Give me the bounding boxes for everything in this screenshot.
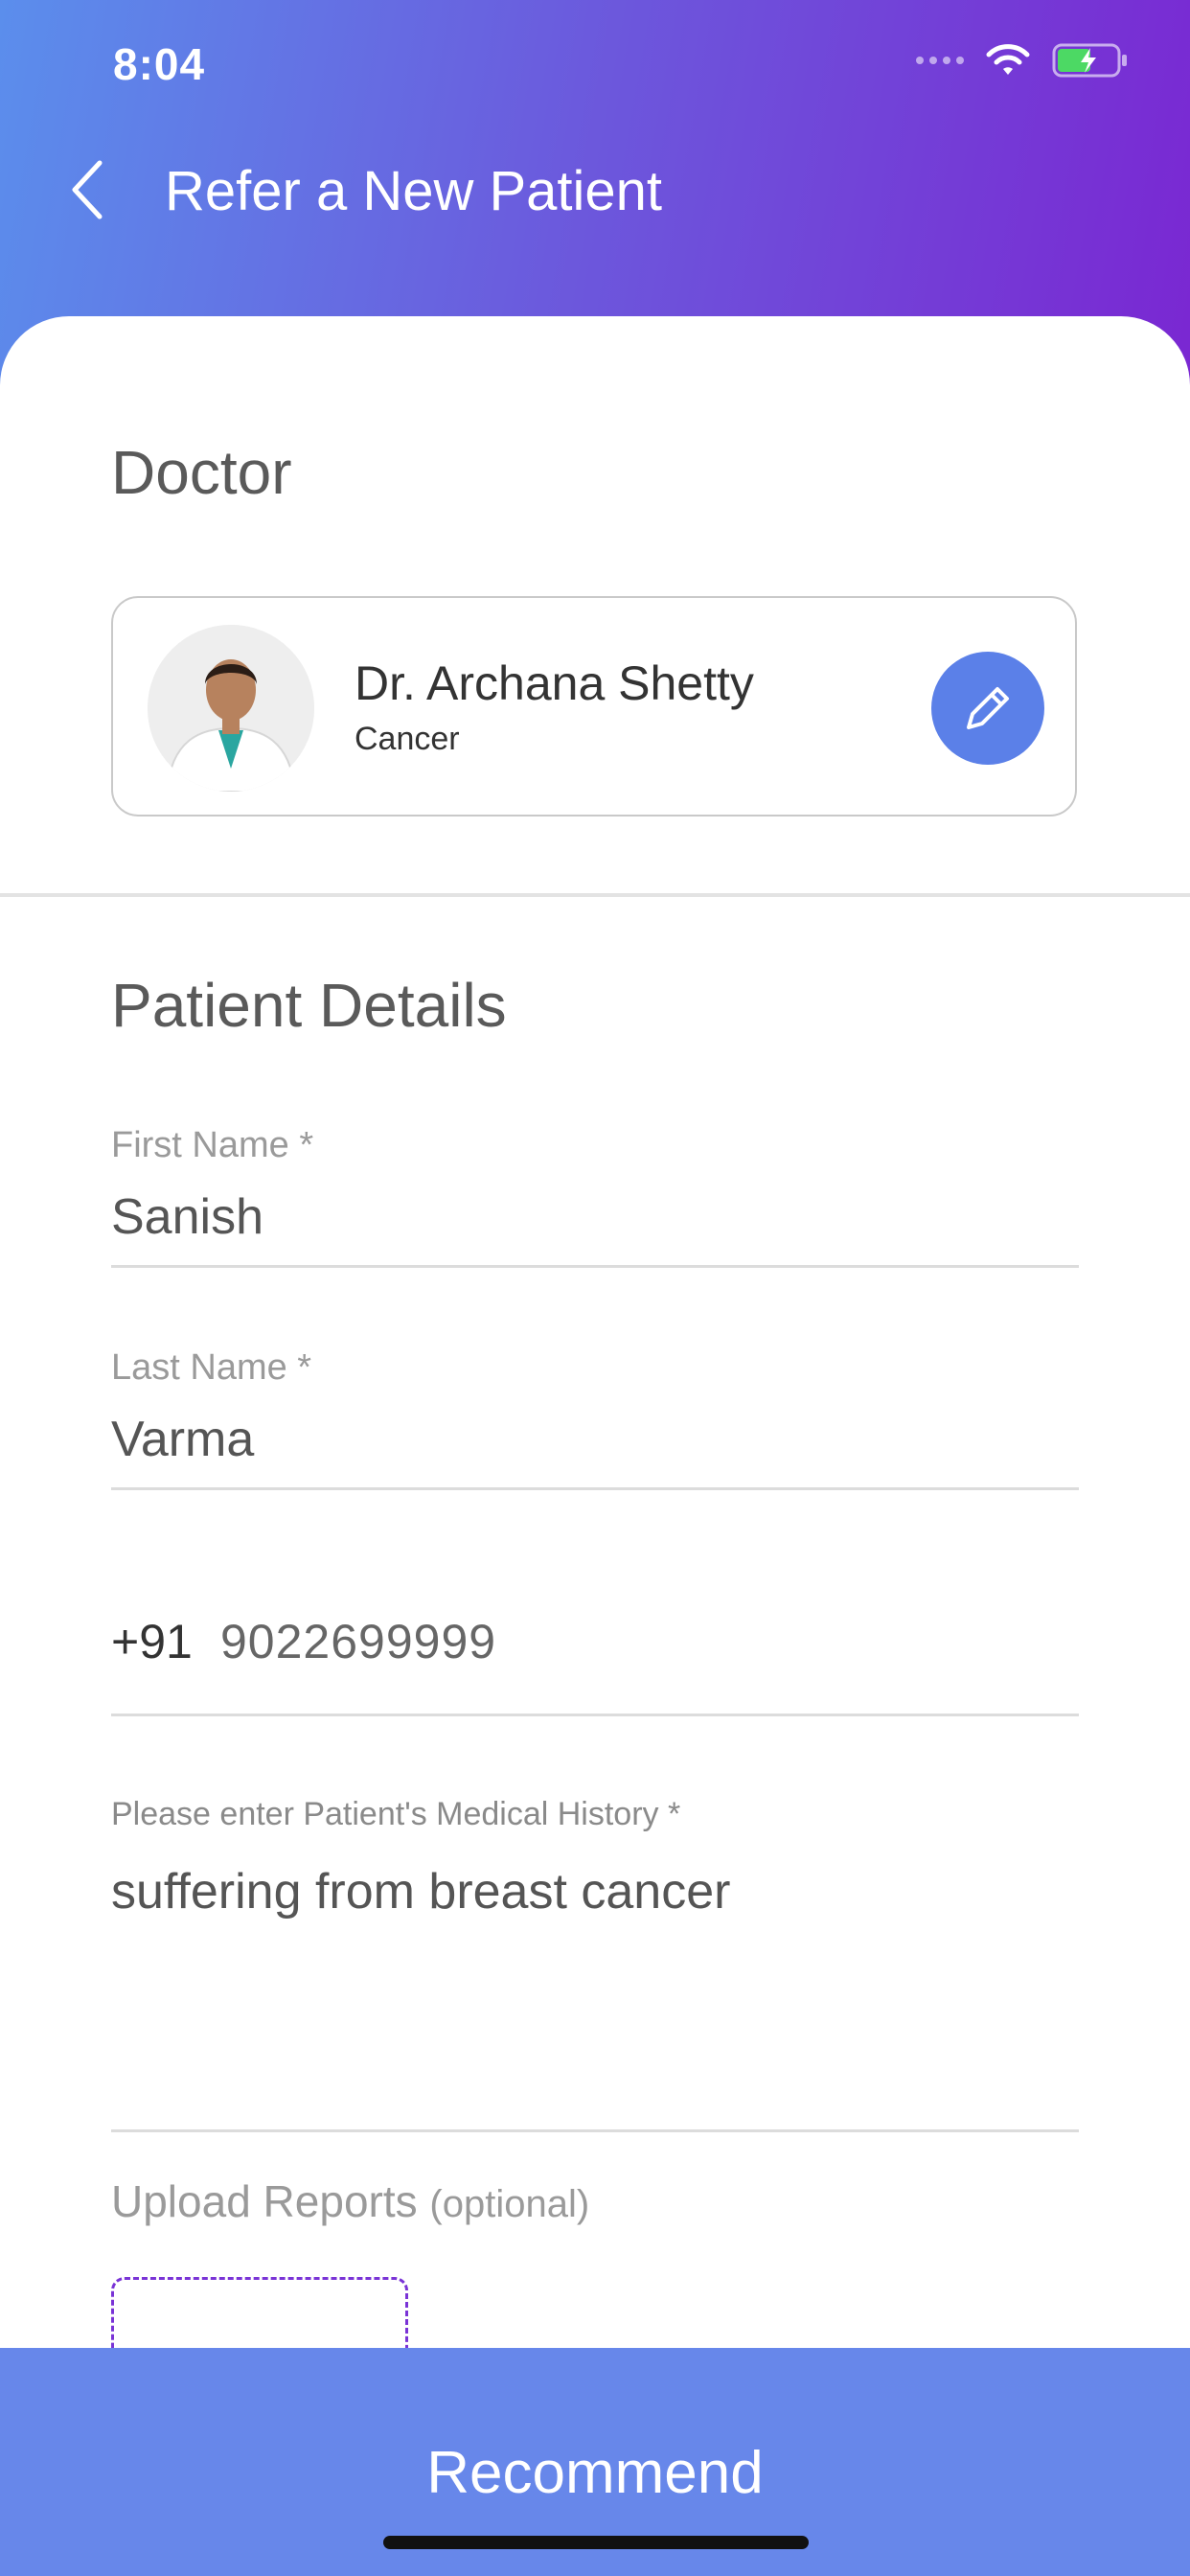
first-name-underline: [111, 1265, 1079, 1268]
upload-optional-note: (optional): [429, 2183, 590, 2225]
medical-history-label: Please enter Patient's Medical History *: [111, 1796, 681, 1832]
edit-doctor-button[interactable]: [931, 652, 1044, 765]
wifi-icon: [986, 44, 1030, 75]
section-divider: [0, 893, 1190, 897]
patient-section-title: Patient Details: [111, 971, 507, 1040]
doctor-specialty: Cancer: [355, 721, 460, 757]
first-name-label: First Name *: [111, 1125, 314, 1165]
medical-history-field[interactable]: suffering from breast cancer: [111, 1863, 730, 1920]
home-indicator[interactable]: [383, 2536, 809, 2549]
pencil-icon: [967, 687, 1009, 729]
phone-field[interactable]: 9022699999: [220, 1614, 496, 1669]
recommend-button[interactable]: Recommend: [421, 2425, 768, 2520]
first-name-field[interactable]: Sanish: [111, 1188, 263, 1246]
signal-icon: [916, 57, 964, 64]
last-name-underline: [111, 1487, 1079, 1490]
upload-reports-title: Upload Reports: [111, 2176, 418, 2226]
last-name-label: Last Name *: [111, 1347, 312, 1388]
avatar: [148, 625, 314, 792]
battery-charging-icon: [1052, 43, 1127, 78]
status-icons: [916, 42, 1129, 79]
medical-history-underline: [111, 2129, 1079, 2132]
back-button[interactable]: [59, 151, 117, 228]
phone-country-code[interactable]: +91: [111, 1614, 193, 1669]
doctor-name: Dr. Archana Shetty: [355, 656, 754, 710]
chevron-left-icon: [72, 160, 103, 219]
upload-reports-label: Upload Reports (optional): [111, 2175, 589, 2227]
page-title: Refer a New Patient: [165, 160, 663, 222]
doctor-section-title: Doctor: [111, 438, 292, 507]
doctor-card[interactable]: Dr. Archana Shetty Cancer: [111, 596, 1077, 816]
status-time: 8:04: [113, 39, 206, 89]
phone-underline: [111, 1714, 1079, 1716]
last-name-field[interactable]: Varma: [111, 1411, 254, 1468]
